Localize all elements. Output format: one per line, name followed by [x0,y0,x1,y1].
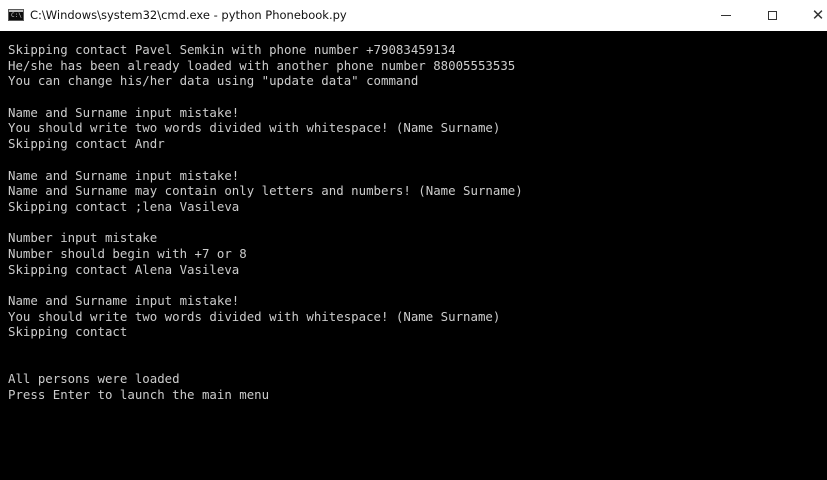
console-line: You can change his/her data using "updat… [8,73,419,89]
minimize-button[interactable] [703,0,749,31]
console-line: Press Enter to launch the main menu [8,387,270,403]
console-line: Number input mistake [8,230,158,246]
console-line: Skipping contact Pavel Semkin with phone… [8,42,456,57]
console-line: Name and Surname may contain only letter… [8,183,523,199]
close-icon: ✕ [811,6,825,24]
console-line: You should write two words divided with … [8,120,501,136]
console-line: You should write two words divided with … [8,308,501,324]
console-line: Skipping contact ;lena Vasileva [8,198,240,214]
minimize-icon [721,15,731,16]
console-window: C:\ C:\Windows\system32\cmd.exe - python… [0,0,827,480]
console-line: Name and Surname input mistake! [8,104,240,120]
console-line: He/she has been already loaded with anot… [8,57,516,73]
console-line: Skipping contact Alena Vasileva [8,261,240,277]
cmd-console-icon[interactable]: C:\ [8,9,24,21]
console-line: Skipping contact Andr [8,136,165,152]
console-line: Number should begin with +7 or 8 [8,245,247,261]
close-button[interactable]: ✕ [795,0,827,31]
window-title: C:\Windows\system32\cmd.exe - python Pho… [30,8,347,22]
console-line: Skipping contact [8,324,128,340]
title-bar[interactable]: C:\ C:\Windows\system32\cmd.exe - python… [0,0,827,31]
console-output[interactable]: Skipping contact Pavel Semkin with phone… [0,31,827,480]
console-line: Name and Surname input mistake! [8,167,240,183]
maximize-icon [767,11,777,20]
console-line: Name and Surname input mistake! [8,293,240,308]
maximize-button[interactable] [749,0,795,31]
console-line: All persons were loaded [8,371,180,387]
